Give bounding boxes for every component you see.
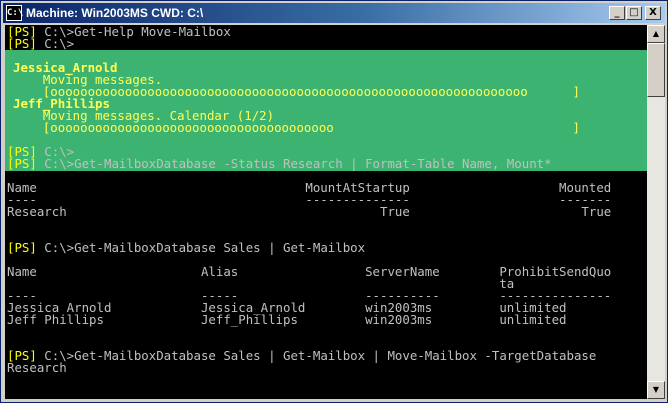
console-text: C:\>Get-MailboxDatabase Sales | Get-Mail… [36,348,597,363]
progress-panel: Jessica_Arnold Moving messages. [ooooooo… [5,50,647,171]
console-line: [PS] C:\> [7,36,75,51]
window-title: Machine: Win2003MS CWD: C:\ [26,6,204,20]
console-window: C:\ Machine: Win2003MS CWD: C:\ _ □ X Je… [0,0,668,403]
minimize-button[interactable]: _ [609,6,625,20]
console-text: Research [7,360,67,375]
console-text: C:\>Get-MailboxDatabase -Status Research… [36,156,552,171]
progress-status: [oooooooooooooooooooooooooooooooooooooo … [13,120,580,135]
close-button[interactable]: X [645,6,661,20]
vertical-scrollbar[interactable]: ▲ ▼ [647,25,665,399]
console-line: [PS] C:\>Get-MailboxDatabase Sales | Get… [7,240,366,255]
ps-prompt: [PS] [7,36,37,51]
console-line: [PS] C:\>Get-MailboxDatabase Sales | Get… [7,348,597,363]
title-bar[interactable]: C:\ Machine: Win2003MS CWD: C:\ _ □ X [3,3,665,23]
console-line: Jeff Phillips Jeff_Phillips win2003ms un… [7,312,567,327]
scroll-down-button[interactable]: ▼ [647,381,665,399]
console-output[interactable]: Jessica_Arnold Moving messages. [ooooooo… [5,25,647,399]
console-text: Research True True [7,204,612,219]
ps-prompt: [PS] [7,240,37,255]
console-line: Research [7,360,67,375]
console-text: C:\> [36,36,75,51]
scroll-thumb[interactable] [647,43,665,97]
console-line: [PS] C:\>Get-MailboxDatabase -Status Res… [7,156,552,171]
ps-prompt: [PS] [7,156,37,171]
console-text: Jeff Phillips Jeff_Phillips win2003ms un… [7,312,567,327]
console-app-icon[interactable]: C:\ [6,5,23,21]
scroll-up-button[interactable]: ▲ [647,25,665,43]
console-line: Research True True [7,204,612,219]
maximize-button[interactable]: □ [626,6,642,20]
console-text: C:\>Get-MailboxDatabase Sales | Get-Mail… [36,240,366,255]
